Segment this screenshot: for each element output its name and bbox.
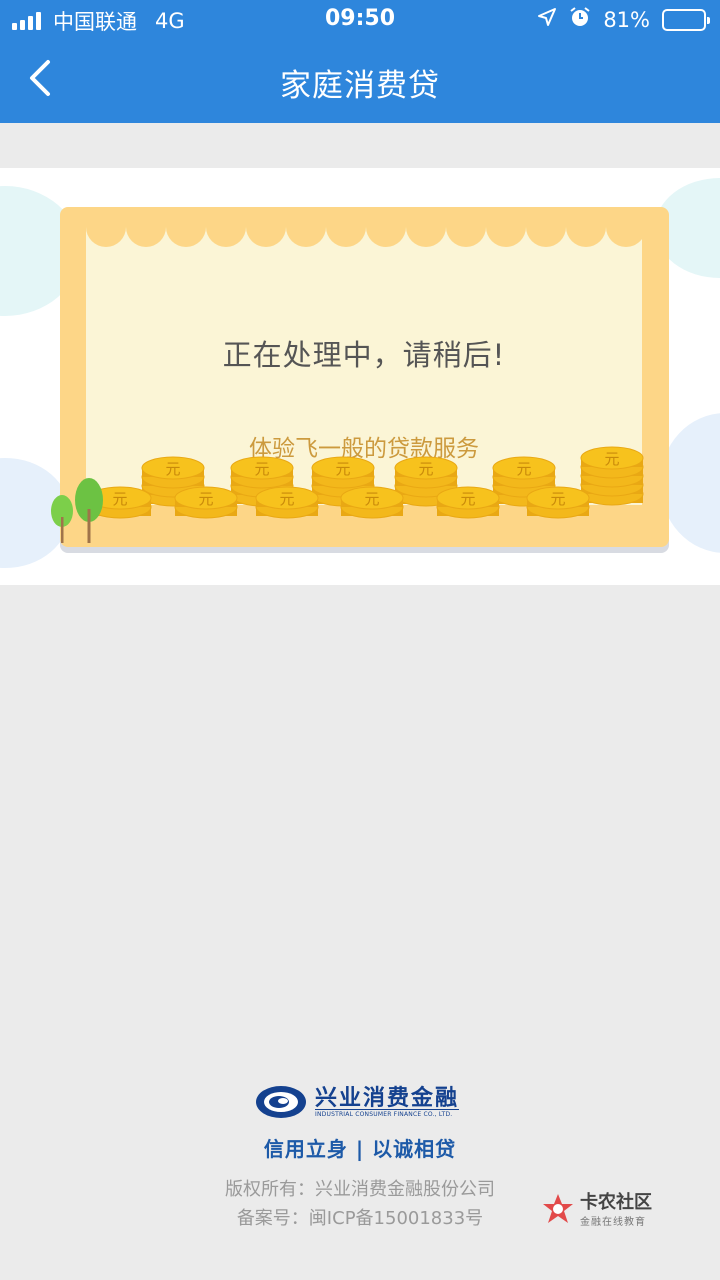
message-board: 正在处理中，请稍后! 体验飞一般的贷款服务: [86, 227, 642, 505]
scallop: [246, 227, 286, 247]
scallop: [406, 227, 446, 247]
logo-text-cn: 兴业消费金融: [315, 1084, 460, 1111]
cloud-decoration: [660, 413, 720, 553]
service-subtitle: 体验飞一般的贷款服务: [249, 436, 479, 462]
scallop: [86, 227, 126, 247]
watermark-subtitle: 金融在线教育: [580, 1216, 646, 1228]
scallop: [126, 227, 166, 247]
watermark-title: 卡农社区: [580, 1191, 652, 1213]
battery-icon: [662, 8, 710, 31]
nav-bar: 家庭消费贷: [0, 40, 720, 123]
scallop: [606, 227, 642, 247]
kanong-logo-icon: [543, 1194, 573, 1223]
processing-message: 正在处理中，请稍后!: [222, 338, 506, 372]
logo-emblem-icon: [256, 1086, 306, 1118]
scallop: [166, 227, 206, 247]
watermark: 卡农社区 金融在线教育: [540, 1192, 652, 1228]
scallop: [566, 227, 606, 247]
company-logo: 兴业消费金融 INDUSTRIAL CONSUMER FINANCE CO., …: [255, 1084, 460, 1119]
scallop: [366, 227, 406, 247]
scallop: [446, 227, 486, 247]
scallop: [526, 227, 566, 247]
location-icon: [537, 7, 557, 32]
scallop-border: [86, 227, 642, 247]
page-title: 家庭消费贷: [280, 68, 440, 104]
scallop: [206, 227, 246, 247]
tree-icon: [51, 478, 103, 543]
scallop: [486, 227, 526, 247]
status-bar: 中国联通 4G 09:50 81%: [0, 0, 720, 40]
slogan: 信用立身 | 以诚相贷: [263, 1137, 457, 1161]
footer: 兴业消费金融 INDUSTRIAL CONSUMER FINANCE CO., …: [0, 1080, 720, 1280]
header: 中国联通 4G 09:50 81% 家庭消费贷: [0, 0, 720, 123]
scallop: [326, 227, 366, 247]
alarm-icon: [569, 6, 591, 33]
processing-banner: 正在处理中，请稍后! 体验飞一般的贷款服务 元元元元元元元元元元元元: [0, 168, 720, 585]
scallop: [286, 227, 326, 247]
message-frame: 正在处理中，请稍后! 体验飞一般的贷款服务: [60, 207, 669, 547]
battery-percent: 81%: [603, 7, 650, 32]
